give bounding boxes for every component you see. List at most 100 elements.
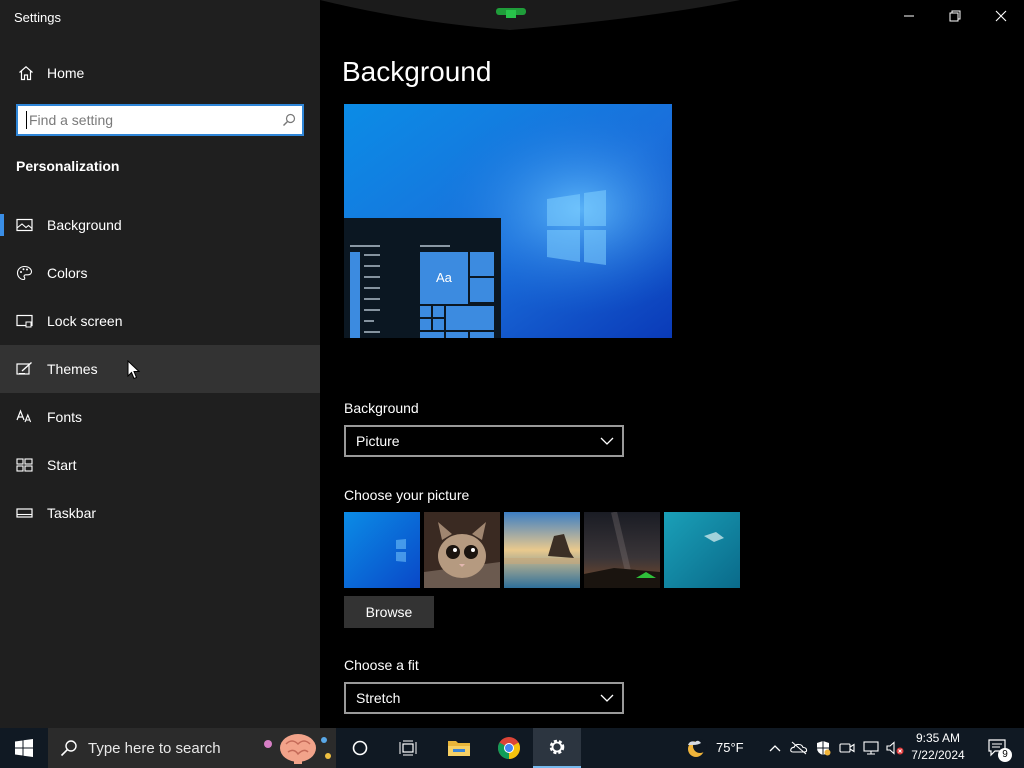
lock-screen-icon xyxy=(16,314,33,328)
sidebar-item-label: Colors xyxy=(47,265,88,281)
search-highlight-brain-icon xyxy=(264,734,331,764)
beach-wallpaper-image xyxy=(504,512,580,588)
start-button[interactable] xyxy=(0,728,48,768)
security-button[interactable] xyxy=(812,728,834,768)
clock-time: 9:35 AM xyxy=(915,731,961,745)
sidebar-home[interactable]: Home xyxy=(0,57,320,89)
sidebar-item-colors[interactable]: Colors xyxy=(0,249,320,297)
clock[interactable]: 9:35 AM 7/22/2024 xyxy=(906,730,970,764)
taskbar-icon xyxy=(16,508,33,518)
picture-icon xyxy=(16,218,33,232)
task-view-icon xyxy=(399,740,417,756)
fit-dropdown-value: Stretch xyxy=(356,690,401,706)
chrome-icon xyxy=(498,737,520,759)
sidebar-item-background[interactable]: Background xyxy=(0,201,320,249)
browse-button[interactable]: Browse xyxy=(344,596,434,628)
chrome-button[interactable] xyxy=(486,728,532,768)
cloud-offline-icon xyxy=(790,741,808,755)
sidebar-item-start[interactable]: Start xyxy=(0,441,320,489)
main-panel: Background Aa Background Picture Choose … xyxy=(320,0,1024,728)
fit-dropdown[interactable]: Stretch xyxy=(344,682,624,714)
chevron-down-icon xyxy=(600,694,614,702)
sidebar-item-themes[interactable]: Themes xyxy=(0,345,320,393)
task-view-button[interactable] xyxy=(388,728,428,768)
page-title: Background xyxy=(342,56,492,87)
night-sky-wallpaper-image xyxy=(584,512,660,588)
window-decoration xyxy=(320,0,740,30)
folder-icon xyxy=(448,741,470,756)
settings-taskbar-button[interactable] xyxy=(533,728,581,768)
minimize-icon xyxy=(904,15,914,17)
home-label: Home xyxy=(47,65,85,81)
choose-picture-label: Choose your picture xyxy=(344,487,470,503)
cortana-button[interactable] xyxy=(340,728,380,768)
themes-icon xyxy=(16,361,32,375)
restore-button[interactable] xyxy=(932,0,978,32)
file-explorer-button[interactable] xyxy=(436,728,482,768)
picture-thumbnail-windows[interactable] xyxy=(344,512,420,588)
chevron-up-icon xyxy=(769,745,781,752)
windows-logo-icon xyxy=(15,739,33,757)
start-icon xyxy=(16,458,33,472)
picture-thumbnail-underwater[interactable] xyxy=(664,512,740,588)
close-button[interactable] xyxy=(978,0,1024,32)
mouse-cursor-icon xyxy=(127,360,141,380)
sidebar-item-taskbar[interactable]: Taskbar xyxy=(0,489,320,537)
underwater-wallpaper-image xyxy=(664,512,740,588)
sidebar-item-lock-screen[interactable]: Lock screen xyxy=(0,297,320,345)
weather-temperature: 75°F xyxy=(716,740,744,755)
sidebar-item-label: Taskbar xyxy=(47,505,97,521)
background-dropdown-value: Picture xyxy=(356,433,400,449)
notification-count-badge: 9 xyxy=(998,748,1012,762)
fit-label: Choose a fit xyxy=(344,657,419,673)
minimize-button[interactable] xyxy=(886,0,932,32)
desktop-preview-image xyxy=(344,104,672,338)
cat-wallpaper-image xyxy=(424,512,500,588)
speaker-muted-icon xyxy=(886,741,904,755)
section-title: Personalization xyxy=(16,158,120,174)
background-preview: Aa xyxy=(344,104,672,338)
close-icon xyxy=(995,10,1007,22)
home-icon xyxy=(19,66,33,81)
restore-icon xyxy=(949,10,961,22)
window-title: Settings xyxy=(14,10,61,25)
sidebar-item-fonts[interactable]: Fonts xyxy=(0,393,320,441)
taskbar-search-placeholder: Type here to search xyxy=(88,740,221,757)
sidebar-item-label: Start xyxy=(47,457,77,473)
picture-thumbnail-beach[interactable] xyxy=(504,512,580,588)
chevron-down-icon xyxy=(600,437,614,445)
cortana-icon xyxy=(352,740,368,756)
fonts-icon xyxy=(16,409,32,423)
search-icon[interactable] xyxy=(282,113,296,127)
network-button[interactable] xyxy=(860,728,882,768)
shield-icon xyxy=(817,741,831,756)
settings-sidebar: Settings Home Personalization Background… xyxy=(0,0,320,728)
onedrive-button[interactable] xyxy=(788,728,810,768)
sidebar-item-label: Fonts xyxy=(47,409,83,425)
gear-icon xyxy=(549,739,565,755)
settings-search[interactable] xyxy=(16,104,304,136)
video-camera-icon xyxy=(839,743,855,753)
sidebar-item-label: Themes xyxy=(47,361,98,377)
preview-sample-text: Aa xyxy=(436,270,452,285)
palette-icon xyxy=(16,265,33,281)
weather-moon-cloud-icon xyxy=(688,739,707,757)
weather-widget[interactable] xyxy=(680,728,712,768)
background-dropdown[interactable]: Picture xyxy=(344,425,624,457)
sidebar-item-label: Lock screen xyxy=(47,313,123,329)
picture-thumbnail-night-sky[interactable] xyxy=(584,512,660,588)
windows-wallpaper-image xyxy=(344,512,420,588)
network-icon xyxy=(863,741,879,755)
taskbar: Type here to search 75°F 9:35 AM 7/22/20… xyxy=(0,728,1024,768)
taskbar-search-box[interactable]: Type here to search xyxy=(48,728,336,768)
search-input[interactable] xyxy=(26,111,276,129)
sidebar-item-label: Background xyxy=(47,217,122,233)
clock-date: 7/22/2024 xyxy=(911,748,965,762)
background-label: Background xyxy=(344,400,419,416)
action-center-button[interactable]: 9 xyxy=(978,728,1018,768)
picture-thumbnail-cat[interactable] xyxy=(424,512,500,588)
volume-button[interactable] xyxy=(884,728,906,768)
search-icon xyxy=(60,740,77,757)
show-hidden-icons-button[interactable] xyxy=(764,728,786,768)
meet-now-button[interactable] xyxy=(836,728,858,768)
